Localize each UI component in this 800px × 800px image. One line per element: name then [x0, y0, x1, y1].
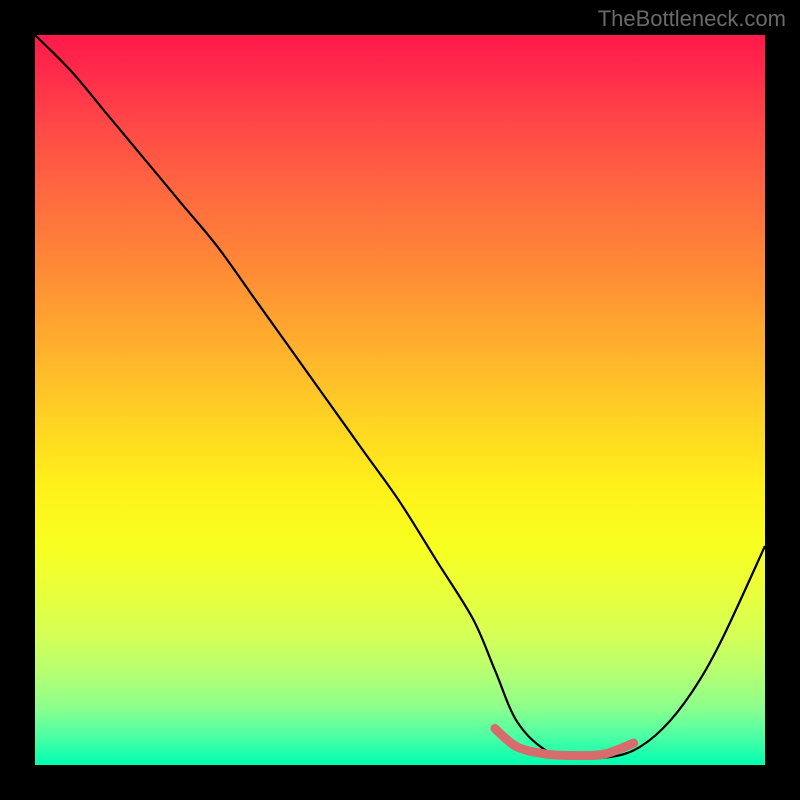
chart-optimal-band [495, 729, 634, 756]
chart-plot-area [35, 35, 765, 765]
chart-svg [35, 35, 765, 765]
chart-main-curve [35, 35, 765, 759]
watermark-text: TheBottleneck.com [598, 6, 786, 32]
